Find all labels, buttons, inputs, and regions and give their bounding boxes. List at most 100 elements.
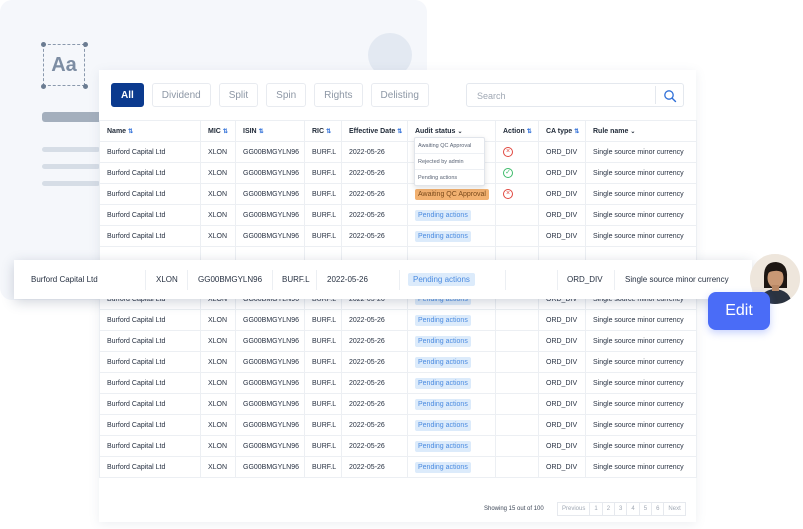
cell-isin: GG00BMGYLN96 xyxy=(235,372,305,394)
filter-tabs: All Dividend Split Spin Rights Delisting xyxy=(111,83,429,107)
cell-date: 2022-05-26 xyxy=(341,309,408,331)
status-badge: Pending actions xyxy=(415,398,471,410)
cell-action xyxy=(495,309,539,331)
cell-isin: GG00BMGYLN96 xyxy=(235,393,305,415)
dropdown-option[interactable]: Pending actions xyxy=(415,170,484,185)
tab-all[interactable]: All xyxy=(111,83,144,107)
cell-rule: Single source minor currency xyxy=(585,162,697,184)
column-header-label: MIC xyxy=(208,127,221,135)
tab-spin[interactable]: Spin xyxy=(266,83,307,107)
reject-icon[interactable]: × xyxy=(503,147,513,157)
dropdown-option[interactable]: Rejected by admin xyxy=(415,154,484,170)
chevron-down-icon[interactable]: ⌄ xyxy=(457,129,462,135)
page-button[interactable]: 3 xyxy=(614,502,628,516)
cell-name: Burford Capital Ltd xyxy=(99,204,201,226)
decor-line xyxy=(42,181,100,186)
status-badge: Pending actions xyxy=(415,314,471,326)
table-row[interactable]: Burford Capital Ltd XLON GG00BMGYLN96 BURF.… xyxy=(99,162,697,184)
column-header[interactable]: MIC ⇅ xyxy=(200,120,236,142)
sort-icon[interactable]: ⇅ xyxy=(223,129,228,135)
tab-dividend[interactable]: Dividend xyxy=(151,83,211,107)
cell-ca-type: ORD_DIV xyxy=(538,141,586,163)
cell-rule: Single source minor currency xyxy=(585,204,697,226)
cell-action: ✓ xyxy=(495,162,539,184)
cell-status: Pending actions xyxy=(407,372,496,394)
next-page-button[interactable]: Next xyxy=(663,502,686,516)
search-input[interactable] xyxy=(475,85,659,107)
column-header-label: RIC xyxy=(312,127,325,135)
column-header-label: ISIN xyxy=(243,127,257,135)
cell-ca-type: ORD_DIV xyxy=(538,351,586,373)
table-footer: Showing 15 out of 100 Previous 1 2 3 4 5 6 Next xyxy=(99,501,696,519)
sort-icon[interactable]: ⇅ xyxy=(574,129,579,135)
table-row[interactable]: Burford Capital Ltd XLON GG00BMGYLN96 BURF.… xyxy=(99,183,697,205)
table-row[interactable]: Burford Capital Ltd XLON GG00BMGYLN96 BURF.… xyxy=(99,372,697,394)
table-row[interactable]: Burford Capital Ltd XLON GG00BMGYLN96 BURF.… xyxy=(99,456,697,478)
edit-button[interactable]: Edit xyxy=(708,292,770,330)
cell-rule: Single source minor currency xyxy=(585,414,697,436)
cell-rule: Single source minor currency xyxy=(585,225,697,247)
column-header[interactable]: Rule name ⌄ xyxy=(585,120,697,142)
table-row[interactable]: Burford Capital Ltd XLON GG00BMGYLN96 BURF.… xyxy=(99,393,697,415)
column-header[interactable]: CA type ⇅ xyxy=(538,120,586,142)
cell-rule: Single source minor currency xyxy=(585,309,697,331)
cell-mic: XLON xyxy=(200,141,236,163)
column-header[interactable]: Action ⇅ xyxy=(495,120,539,142)
cell-action xyxy=(495,204,539,226)
table-row[interactable]: Burford Capital Ltd XLON GG00BMGYLN96 BURF.… xyxy=(99,414,697,436)
table-row[interactable]: Burford Capital Ltd XLON GG00BMGYLN96 BURF.… xyxy=(99,309,697,331)
cell-action xyxy=(495,414,539,436)
cell-name: Burford Capital Ltd xyxy=(99,456,201,478)
actions-table: Name ⇅ MIC ⇅ ISIN ⇅ RIC ⇅ Effective Date ⇅ Audit s… xyxy=(99,120,697,478)
table-row[interactable]: Burford Capital Ltd XLON GG00BMGYLN96 BURF.… xyxy=(99,204,697,226)
sort-icon[interactable]: ⇅ xyxy=(527,129,532,135)
sort-icon[interactable]: ⇅ xyxy=(128,129,133,135)
search-box[interactable] xyxy=(466,83,684,107)
cell-isin: GG00BMGYLN96 xyxy=(235,309,305,331)
previous-page-button[interactable]: Previous xyxy=(557,502,591,516)
cell-ca-type: ORD_DIV xyxy=(538,414,586,436)
tab-delisting[interactable]: Delisting xyxy=(370,83,429,107)
table-row[interactable]: Burford Capital Ltd XLON GG00BMGYLN96 BURF.… xyxy=(99,225,697,247)
tab-rights[interactable]: Rights xyxy=(314,83,363,107)
highlighted-row[interactable]: Burford Capital Ltd XLON GG00BMGYLN96 BU… xyxy=(14,260,752,299)
column-header[interactable]: Effective Date ⇅ xyxy=(341,120,408,142)
dropdown-option[interactable]: Awaiting QC Approval xyxy=(415,138,484,154)
sort-icon[interactable]: ⇅ xyxy=(326,129,331,135)
search-icon[interactable] xyxy=(663,89,677,103)
page-button[interactable]: 4 xyxy=(626,502,640,516)
table-row[interactable]: Burford Capital Ltd XLON GG00BMGYLN96 BURF.… xyxy=(99,435,697,457)
column-header[interactable]: ISIN ⇅ xyxy=(235,120,305,142)
page-button[interactable]: 5 xyxy=(638,502,653,516)
cell-divider xyxy=(614,270,615,290)
reject-icon[interactable]: × xyxy=(503,189,513,199)
chevron-down-icon[interactable]: ⌄ xyxy=(630,129,635,135)
table-row[interactable]: Burford Capital Ltd XLON GG00BMGYLN96 BURF.… xyxy=(99,351,697,373)
sort-icon[interactable]: ⇅ xyxy=(259,129,264,135)
page-button[interactable]: 1 xyxy=(589,502,603,516)
approve-icon[interactable]: ✓ xyxy=(503,168,513,178)
column-header[interactable]: Name ⇅ xyxy=(99,120,201,142)
table-row[interactable]: Burford Capital Ltd XLON GG00BMGYLN96 BURF.… xyxy=(99,330,697,352)
cell-action xyxy=(495,372,539,394)
cell-divider xyxy=(187,270,188,290)
cell-rule: Single source minor currency xyxy=(585,435,697,457)
cell-divider xyxy=(316,270,317,290)
cell-status: Pending actions xyxy=(407,351,496,373)
cell-mic: XLON xyxy=(200,309,236,331)
page-button[interactable]: 6 xyxy=(651,502,665,516)
sort-icon[interactable]: ⇅ xyxy=(397,129,402,135)
cell-name: Burford Capital Ltd xyxy=(99,225,201,247)
cell-mic: XLON xyxy=(200,183,236,205)
cell-ric: BURF.L xyxy=(304,141,342,163)
cell-ca-type: ORD_DIV xyxy=(538,456,586,478)
cell-ric: BURF.L xyxy=(304,330,342,352)
cell-ric: BURF.L xyxy=(304,456,342,478)
tab-split[interactable]: Split xyxy=(218,83,259,107)
cell-rule: Single source minor currency xyxy=(585,141,697,163)
cell-rule: Single source minor currency xyxy=(585,330,697,352)
page-button[interactable]: 2 xyxy=(601,502,616,516)
table-row[interactable]: Burford Capital Ltd XLON GG00BMGYLN96 BURF.… xyxy=(99,141,697,163)
cell-ca-type: ORD_DIV xyxy=(538,204,586,226)
column-header[interactable]: RIC ⇅ xyxy=(304,120,342,142)
